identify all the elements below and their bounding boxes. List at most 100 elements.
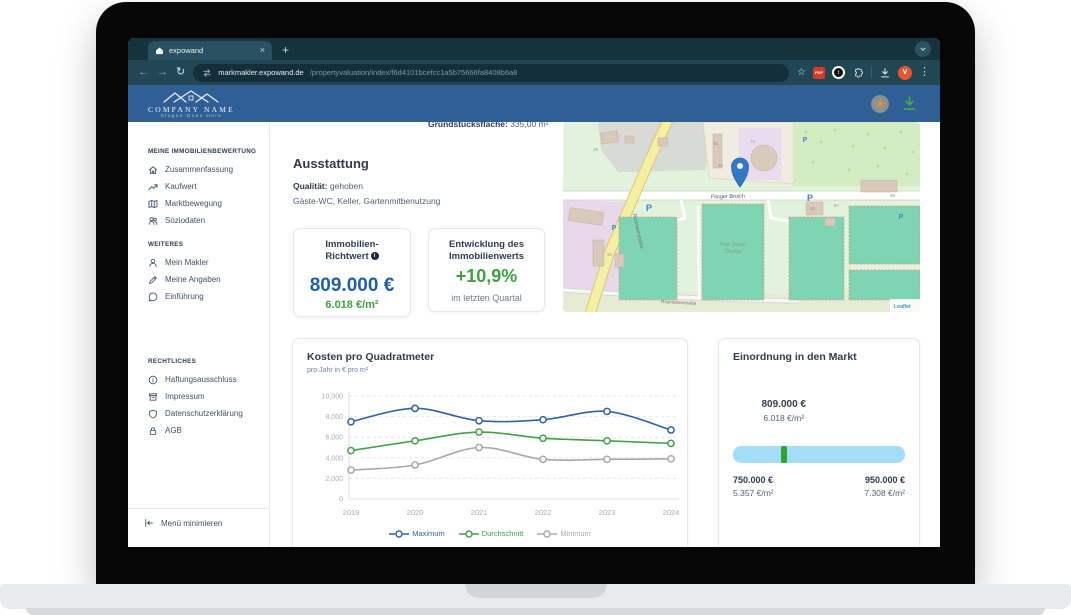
svg-text:2020: 2020 [407,508,424,517]
richtwert-card: Immobilien- Richtwerti 809.000 € 6.018 €… [293,228,411,317]
richtwert-value: 809.000 € [294,275,410,297]
sidebar-item-zusammenfassung[interactable]: Zusammenfassung [148,161,269,178]
svg-text:10,000: 10,000 [322,394,344,401]
property-area-value: 335,00 m² [510,122,548,129]
chart-card: Kosten pro Quadratmeter pro Jahr in € pr… [292,338,688,547]
toolbar-divider [871,67,872,78]
pdf-extension-icon[interactable]: PDF [813,67,825,79]
chart-title: Kosten pro Quadratmeter [307,351,434,363]
profile-avatar[interactable]: V [898,66,912,80]
browser-tab[interactable]: expowand × [148,41,272,60]
sidebar-item-mein-makler[interactable]: Mein Makler [148,254,269,271]
map-icon [148,199,158,209]
map-attribution[interactable]: Leaflet [894,304,911,310]
property-area: Grundstücksfläche: 335,00 m² [428,122,563,131]
sidebar-item-meine-angaben[interactable]: Meine Angaben [148,271,269,288]
download-report-icon[interactable] [901,95,918,112]
svg-text:2,000: 2,000 [325,476,343,483]
entwicklung-card: Entwicklung des Immobilienwerts +10,9% i… [428,228,545,312]
svg-text:2021: 2021 [471,508,488,517]
tab-close-icon[interactable]: × [260,46,265,55]
minimize-menu-button[interactable]: Menü minimieren [144,518,269,528]
url-host: markmakler.expowand.de [218,68,303,77]
pen-icon [148,275,158,285]
sidebar-item-label: Marktbewegung [165,199,222,208]
archive-icon [148,392,158,402]
market-low-sqm: 5.357 €/m² [733,488,774,498]
url-path: /propertyvaluation/index/f6d4101bcefcc1a… [310,68,518,77]
market-low-price: 750.000 € [733,475,774,485]
browser-window: expowand × + ← → ↻ markmakler.expowand.d… [128,38,940,547]
sidebar-item-datenschutz[interactable]: Datenschutzerklärung [148,405,269,422]
bookmark-star-icon[interactable]: ☆ [797,68,806,78]
info-icon [148,375,158,385]
sidebar-item-label: Haftungsausschluss [165,375,237,384]
entwicklung-title-line2: Immobilienwerts [449,251,524,262]
entwicklung-title: Entwicklung des Immobilienwerts [429,239,544,263]
company-slogan: Slogan Goes Here [161,114,223,119]
richtwert-title-line2: Richtwert [325,251,368,262]
new-tab-button[interactable]: + [282,42,289,58]
market-current-sqm: 6.018 €/m² [684,413,884,423]
svg-text:2022: 2022 [535,508,552,517]
svg-text:39: 39 [593,147,599,152]
sidebar-section-bewertung: MEINE IMMOBILIENBEWERTUNG [148,148,269,155]
sidebar-item-agb[interactable]: AGB [148,422,269,439]
legend-item-durchschnitt[interactable]: Durchschnitt [459,529,524,538]
map-street-flinger-broich: Flinger Broich [711,194,745,201]
browser-toolbar: ← → ↻ markmakler.expowand.de/propertyval… [128,60,940,85]
tab-strip: expowand × + [128,38,940,60]
extension-badge-icon[interactable]: t [832,66,845,79]
app-body: MEINE IMMOBILIENBEWERTUNG Zusammenfassun… [128,122,940,547]
market-position-marker [781,446,787,463]
tab-title: expowand [169,46,255,55]
richtwert-title-line1: Immobilien- [325,239,378,250]
sidebar-item-label: Datenschutzerklärung [165,409,243,418]
legend-item-maximum[interactable]: Maximum [389,529,445,538]
reload-icon[interactable]: ↻ [176,67,185,78]
downloads-icon[interactable] [879,67,891,79]
laptop-notch [465,584,607,598]
collapse-left-icon [144,518,154,528]
company-logo: COMPANY NAME Slogan Goes Here [148,89,235,119]
sidebar-section-rechtliches: RECHTLICHES [148,358,269,365]
minimize-menu-label: Menü minimieren [161,519,222,528]
svg-text:P: P [807,193,813,203]
property-map[interactable]: Flinger Broich Rosmarinstraße Rosmariens… [563,122,920,312]
market-high-price: 950.000 € [864,475,905,485]
market-current-price: 809.000 € [684,399,884,410]
quality-value: gehoben [330,181,363,191]
legend-item-minimum[interactable]: Minimum [537,529,590,538]
svg-text:Paul-Janes-: Paul-Janes- [720,242,747,248]
richtwert-title: Immobilien- Richtwerti [294,239,410,263]
svg-text:66: 66 [713,141,719,146]
svg-text:P: P [612,225,617,232]
info-icon[interactable]: i [371,252,379,260]
sidebar-item-label: Kaufwert [165,182,197,191]
sidebar-item-einfuehrung[interactable]: Einführung [148,288,269,305]
svg-text:P: P [646,203,652,213]
market-low-block: 750.000 € 5.357 €/m² [733,475,774,498]
sidebar-item-soziodaten[interactable]: Soziodaten [148,212,269,229]
back-icon[interactable]: ← [138,67,149,78]
sidebar-item-impressum[interactable]: Impressum [148,388,269,405]
line-chart: 02,0004,0006,0008,00010,0002019202020212… [295,387,687,523]
ausstattung-title: Ausstattung [293,156,369,171]
extensions-puzzle-icon[interactable] [852,67,864,79]
svg-text:90: 90 [607,252,613,257]
rooftops-icon [160,89,222,104]
company-name: COMPANY NAME [148,105,235,114]
market-current-block: 809.000 € 6.018 €/m² [684,399,884,423]
map-canvas: Flinger Broich Rosmarinstraße Rosmariens… [563,122,920,312]
theme-toggle[interactable] [871,95,889,113]
user-icon [148,258,158,268]
menu-dots-icon[interactable]: ⋮ [919,67,930,78]
entwicklung-title-line1: Entwicklung des [449,239,524,250]
address-bar[interactable]: markmakler.expowand.de/propertyvaluation… [193,64,789,82]
sidebar-item-kaufwert[interactable]: Kaufwert [148,178,269,195]
sidebar-item-marktbewegung[interactable]: Marktbewegung [148,195,269,212]
sidebar-item-haftungsausschluss[interactable]: Haftungsausschluss [148,371,269,388]
tab-search-chevron[interactable] [915,41,931,57]
forward-icon[interactable]: → [157,67,168,78]
sidebar-item-label: AGB [165,426,182,435]
